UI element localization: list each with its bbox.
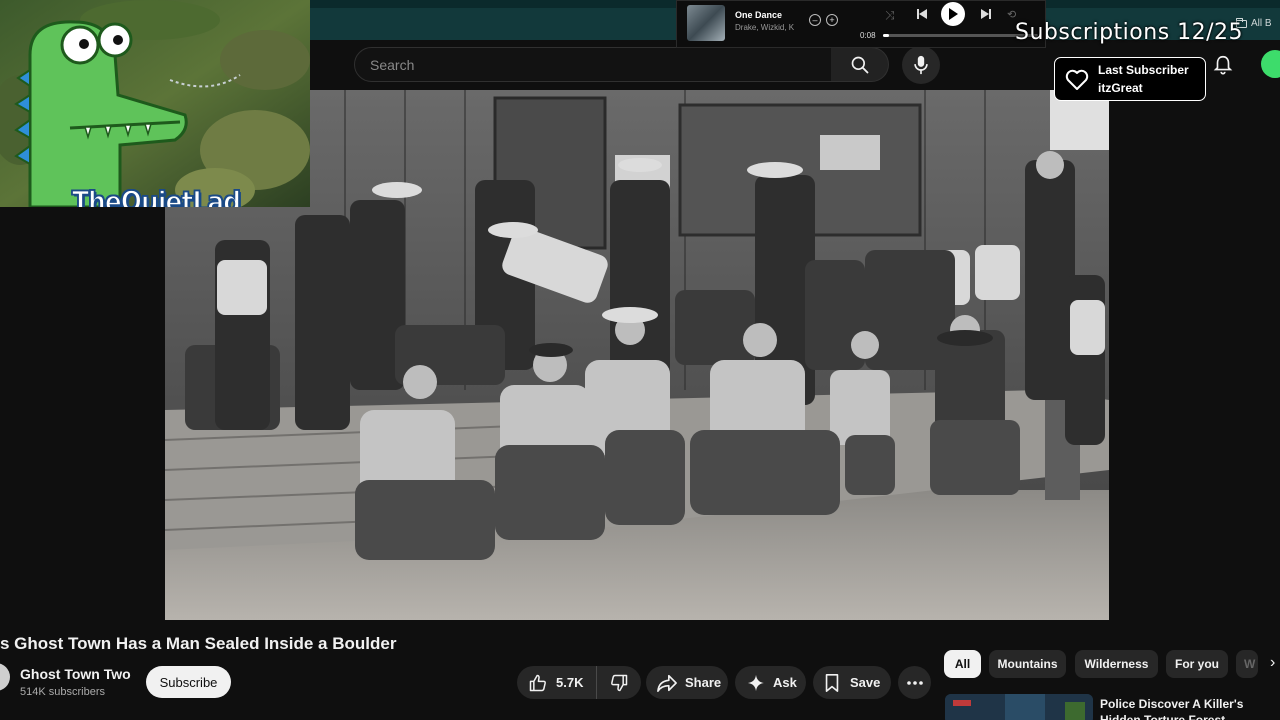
heart-icon xyxy=(1065,69,1089,90)
play-icon xyxy=(949,8,958,20)
album-art xyxy=(687,5,725,41)
mic-icon xyxy=(914,55,928,75)
bookmarks-label: All B xyxy=(1251,18,1272,29)
last-subscriber-name: itzGreat xyxy=(1098,81,1143,95)
search-button[interactable] xyxy=(831,47,889,82)
account-avatar[interactable] xyxy=(1261,50,1280,78)
playback-progress-fill xyxy=(883,34,890,37)
save-label: Save xyxy=(850,675,881,690)
channel-subscriber-count: 514K subscribers xyxy=(20,686,105,698)
screen: All B Search One Dance Drake, Wizkid, K … xyxy=(0,0,1280,720)
channel-name[interactable]: Ghost Town Two xyxy=(20,666,131,682)
channel-avatar[interactable] xyxy=(0,663,10,691)
search-icon xyxy=(851,56,868,73)
search-placeholder: Search xyxy=(370,56,415,73)
thumbs-up-icon xyxy=(529,674,546,691)
remove-icon[interactable]: – xyxy=(809,14,821,26)
recommendation-title[interactable]: Police Discover A Killer's Hidden Tortur… xyxy=(1100,696,1270,720)
previous-track-icon[interactable] xyxy=(915,7,929,21)
last-subscriber-box: Last Subscriber itzGreat xyxy=(1054,57,1206,101)
add-icon[interactable]: + xyxy=(826,14,838,26)
song-title: One Dance xyxy=(735,10,783,20)
share-button[interactable]: Share xyxy=(646,666,728,699)
bookmark-icon xyxy=(825,673,839,692)
search-input[interactable]: Search xyxy=(354,47,832,82)
mascot-image xyxy=(0,0,310,207)
more-actions-button[interactable] xyxy=(898,666,931,699)
share-icon xyxy=(657,674,677,692)
music-player-widget: One Dance Drake, Wizkid, K – + ⤨ ⟲ 0:08 xyxy=(676,0,1046,48)
notifications-button[interactable] xyxy=(1212,54,1234,81)
next-track-icon[interactable] xyxy=(979,7,993,21)
ask-label: Ask xyxy=(773,675,797,690)
share-label: Share xyxy=(685,675,722,690)
video-title: s Ghost Town Has a Man Sealed Inside a B… xyxy=(0,634,397,653)
side-panel-background xyxy=(1109,90,1280,620)
subscribe-button[interactable]: Subscribe xyxy=(146,666,231,698)
thumbnail-image xyxy=(945,694,1093,720)
dislike-button[interactable] xyxy=(597,666,641,699)
streamer-logo: TheQuietLad xyxy=(71,184,242,207)
chip-all[interactable]: All xyxy=(944,650,981,678)
ask-button[interactable]: Ask xyxy=(735,666,806,699)
playback-time: 0:08 xyxy=(860,31,876,40)
more-horizontal-icon xyxy=(906,680,923,685)
chip-mountains[interactable]: Mountains xyxy=(989,650,1066,678)
bell-icon xyxy=(1213,55,1233,75)
save-button[interactable]: Save xyxy=(813,666,891,699)
like-button[interactable]: 5.7K xyxy=(517,666,597,699)
like-dislike-group: 5.7K xyxy=(517,666,641,699)
recommendation-thumbnail[interactable] xyxy=(945,694,1093,720)
song-artist: Drake, Wizkid, K xyxy=(735,23,795,32)
chevron-right-icon[interactable]: › xyxy=(1270,654,1275,672)
voice-search-button[interactable] xyxy=(902,46,940,84)
last-subscriber-label: Last Subscriber xyxy=(1098,63,1189,77)
chip-partial[interactable]: W xyxy=(1236,650,1258,678)
chip-wilderness[interactable]: Wilderness xyxy=(1075,650,1158,678)
play-button[interactable] xyxy=(941,2,965,26)
chip-for-you[interactable]: For you xyxy=(1166,650,1228,678)
subscriptions-counter: Subscriptions 12/25 xyxy=(1015,20,1244,45)
sparkle-icon xyxy=(747,674,765,691)
shuffle-icon[interactable]: ⤨ xyxy=(885,8,895,23)
like-count: 5.7K xyxy=(556,675,584,690)
thumbs-down-icon xyxy=(611,674,628,691)
streamer-webcam-overlay: TheQuietLad xyxy=(0,0,310,207)
